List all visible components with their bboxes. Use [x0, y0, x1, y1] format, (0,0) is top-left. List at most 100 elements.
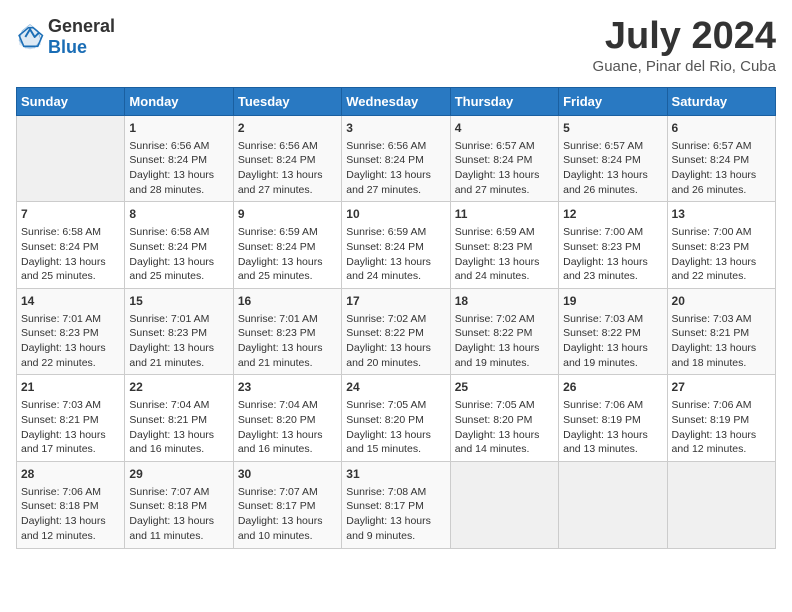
day-number: 29	[129, 466, 228, 483]
calendar-table: SundayMondayTuesdayWednesdayThursdayFrid…	[16, 87, 776, 549]
page-header: General Blue July 2024 Guane, Pinar del …	[16, 16, 776, 75]
day-info: Sunrise: 7:03 AM	[672, 312, 771, 327]
calendar-cell	[559, 461, 667, 548]
calendar-cell: 7Sunrise: 6:58 AMSunset: 8:24 PMDaylight…	[17, 202, 125, 289]
calendar-cell	[450, 461, 558, 548]
day-number: 15	[129, 293, 228, 310]
day-info: Sunset: 8:18 PM	[21, 499, 120, 514]
day-info: Sunrise: 6:57 AM	[455, 139, 554, 154]
day-info: Daylight: 13 hours and 18 minutes.	[672, 341, 771, 370]
day-info: Daylight: 13 hours and 24 minutes.	[455, 255, 554, 284]
calendar-cell: 19Sunrise: 7:03 AMSunset: 8:22 PMDayligh…	[559, 288, 667, 375]
day-info: Daylight: 13 hours and 17 minutes.	[21, 428, 120, 457]
day-info: Sunset: 8:24 PM	[455, 153, 554, 168]
day-info: Sunset: 8:24 PM	[346, 153, 445, 168]
day-info: Sunset: 8:24 PM	[238, 153, 337, 168]
subtitle: Guane, Pinar del Rio, Cuba	[593, 58, 776, 75]
day-number: 14	[21, 293, 120, 310]
day-number: 13	[672, 206, 771, 223]
day-info: Sunset: 8:22 PM	[346, 326, 445, 341]
day-info: Sunrise: 6:59 AM	[346, 225, 445, 240]
day-info: Sunset: 8:23 PM	[672, 240, 771, 255]
day-number: 2	[238, 120, 337, 137]
day-of-week-header: Saturday	[667, 87, 775, 115]
day-info: Sunrise: 6:57 AM	[672, 139, 771, 154]
calendar-cell: 21Sunrise: 7:03 AMSunset: 8:21 PMDayligh…	[17, 375, 125, 462]
calendar-cell: 16Sunrise: 7:01 AMSunset: 8:23 PMDayligh…	[233, 288, 341, 375]
day-number: 18	[455, 293, 554, 310]
day-info: Sunrise: 6:56 AM	[238, 139, 337, 154]
day-info: Sunrise: 7:02 AM	[455, 312, 554, 327]
calendar-cell	[17, 115, 125, 202]
day-info: Sunrise: 6:59 AM	[455, 225, 554, 240]
day-info: Daylight: 13 hours and 19 minutes.	[563, 341, 662, 370]
day-info: Sunset: 8:20 PM	[238, 413, 337, 428]
day-number: 19	[563, 293, 662, 310]
calendar-cell: 23Sunrise: 7:04 AMSunset: 8:20 PMDayligh…	[233, 375, 341, 462]
day-number: 24	[346, 379, 445, 396]
day-info: Sunset: 8:24 PM	[563, 153, 662, 168]
day-info: Sunrise: 7:00 AM	[563, 225, 662, 240]
calendar-cell: 11Sunrise: 6:59 AMSunset: 8:23 PMDayligh…	[450, 202, 558, 289]
day-number: 16	[238, 293, 337, 310]
day-info: Sunset: 8:17 PM	[346, 499, 445, 514]
day-info: Daylight: 13 hours and 25 minutes.	[129, 255, 228, 284]
day-info: Sunset: 8:24 PM	[346, 240, 445, 255]
day-info: Sunrise: 6:58 AM	[129, 225, 228, 240]
day-info: Sunset: 8:24 PM	[21, 240, 120, 255]
calendar-cell: 26Sunrise: 7:06 AMSunset: 8:19 PMDayligh…	[559, 375, 667, 462]
day-info: Sunset: 8:24 PM	[129, 153, 228, 168]
day-number: 30	[238, 466, 337, 483]
day-info: Sunrise: 6:56 AM	[129, 139, 228, 154]
day-number: 12	[563, 206, 662, 223]
day-of-week-header: Friday	[559, 87, 667, 115]
main-title: July 2024	[593, 16, 776, 58]
day-info: Sunset: 8:21 PM	[129, 413, 228, 428]
day-info: Daylight: 13 hours and 13 minutes.	[563, 428, 662, 457]
calendar-cell: 14Sunrise: 7:01 AMSunset: 8:23 PMDayligh…	[17, 288, 125, 375]
day-info: Sunset: 8:22 PM	[563, 326, 662, 341]
day-info: Sunset: 8:23 PM	[455, 240, 554, 255]
calendar-cell: 2 Sunrise: 6:56 AMSunset: 8:24 PMDaylight…	[233, 115, 341, 202]
day-info: Sunrise: 6:57 AM	[563, 139, 662, 154]
day-info: Sunrise: 7:01 AM	[238, 312, 337, 327]
calendar-cell: 30Sunrise: 7:07 AMSunset: 8:17 PMDayligh…	[233, 461, 341, 548]
calendar-cell: 29Sunrise: 7:07 AMSunset: 8:18 PMDayligh…	[125, 461, 233, 548]
day-number: 10	[346, 206, 445, 223]
day-info: Sunrise: 7:07 AM	[238, 485, 337, 500]
day-number: 8	[129, 206, 228, 223]
day-of-week-header: Thursday	[450, 87, 558, 115]
day-info: Daylight: 13 hours and 27 minutes.	[238, 168, 337, 197]
logo: General Blue	[16, 16, 115, 58]
calendar-cell: 31Sunrise: 7:08 AMSunset: 8:17 PMDayligh…	[342, 461, 450, 548]
calendar-cell: 8Sunrise: 6:58 AMSunset: 8:24 PMDaylight…	[125, 202, 233, 289]
day-info: Daylight: 13 hours and 25 minutes.	[21, 255, 120, 284]
day-info: Sunset: 8:24 PM	[672, 153, 771, 168]
day-info: Sunset: 8:20 PM	[455, 413, 554, 428]
day-info: Daylight: 13 hours and 12 minutes.	[672, 428, 771, 457]
day-info: Sunrise: 7:02 AM	[346, 312, 445, 327]
day-info: Sunrise: 7:08 AM	[346, 485, 445, 500]
calendar-cell: 10Sunrise: 6:59 AMSunset: 8:24 PMDayligh…	[342, 202, 450, 289]
day-number: 28	[21, 466, 120, 483]
calendar-cell: 18Sunrise: 7:02 AMSunset: 8:22 PMDayligh…	[450, 288, 558, 375]
day-number: 7	[21, 206, 120, 223]
day-info: Daylight: 13 hours and 16 minutes.	[129, 428, 228, 457]
day-info: Sunrise: 6:59 AM	[238, 225, 337, 240]
day-of-week-header: Monday	[125, 87, 233, 115]
day-info: Daylight: 13 hours and 11 minutes.	[129, 514, 228, 543]
day-info: Sunset: 8:18 PM	[129, 499, 228, 514]
calendar-cell: 22Sunrise: 7:04 AMSunset: 8:21 PMDayligh…	[125, 375, 233, 462]
day-info: Sunset: 8:20 PM	[346, 413, 445, 428]
day-info: Daylight: 13 hours and 25 minutes.	[238, 255, 337, 284]
day-info: Sunset: 8:23 PM	[238, 326, 337, 341]
day-info: Daylight: 13 hours and 23 minutes.	[563, 255, 662, 284]
calendar-cell: 3Sunrise: 6:56 AMSunset: 8:24 PMDaylight…	[342, 115, 450, 202]
day-number: 26	[563, 379, 662, 396]
calendar-cell	[667, 461, 775, 548]
logo-blue: Blue	[48, 37, 87, 57]
day-info: Sunrise: 7:06 AM	[672, 398, 771, 413]
day-info: Daylight: 13 hours and 12 minutes.	[21, 514, 120, 543]
day-number: 17	[346, 293, 445, 310]
day-info: Sunset: 8:17 PM	[238, 499, 337, 514]
